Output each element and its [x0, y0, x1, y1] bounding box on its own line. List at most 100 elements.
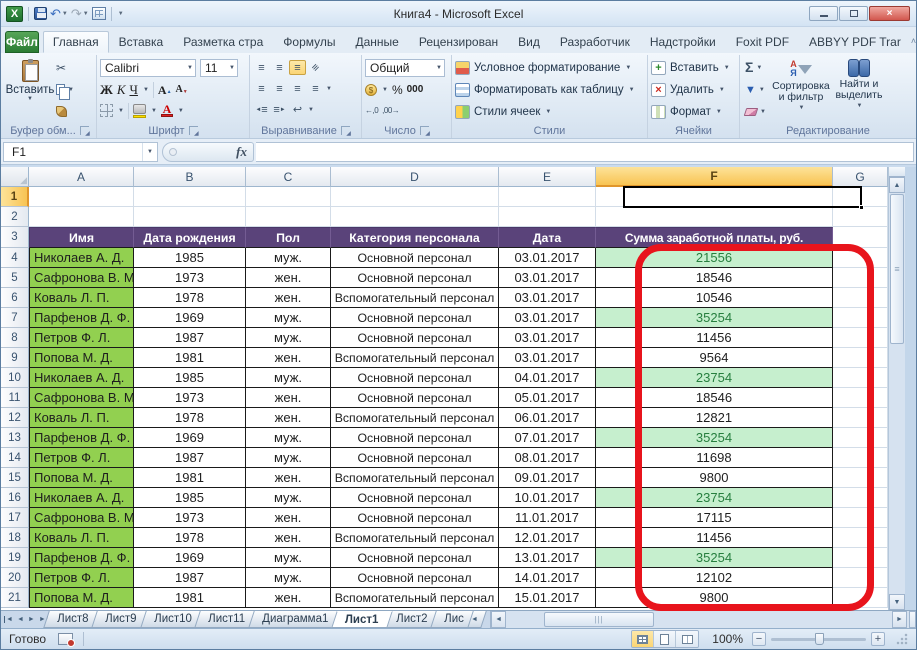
chevron-down-icon[interactable]: ▼ [83, 11, 89, 17]
style-menu-button[interactable]: Форматировать как таблицу ▼ [455, 80, 644, 100]
zoom-level[interactable]: 100% [712, 632, 743, 646]
fill-color-button[interactable] [133, 104, 146, 118]
font-color-button[interactable]: А [161, 104, 173, 117]
row-header[interactable]: 8 [1, 328, 29, 348]
column-header-g[interactable]: G [833, 167, 888, 187]
cells-menu-button[interactable]: Удалить ▼ [651, 80, 736, 100]
merge-center-button[interactable]: ≡ [307, 81, 324, 96]
row-header[interactable]: 14 [1, 448, 29, 468]
row-header[interactable]: 18 [1, 528, 29, 548]
row-header[interactable]: 5 [1, 268, 29, 288]
cell-empty[interactable] [833, 548, 888, 568]
cell-birth-year[interactable]: 1969 [134, 308, 246, 328]
cell-empty[interactable] [833, 588, 888, 608]
cell-gender[interactable]: жен. [246, 508, 331, 528]
cell-category[interactable]: Основной персонал [331, 308, 499, 328]
cell-birth-year[interactable]: 1981 [134, 348, 246, 368]
cell-empty[interactable] [833, 348, 888, 368]
zoom-slider[interactable] [771, 638, 866, 641]
cell-category[interactable]: Основной персонал [331, 508, 499, 528]
sheet-tab[interactable]: Диаграмма1 [248, 611, 342, 628]
cell-date[interactable]: 10.01.2017 [499, 488, 596, 508]
cell-salary[interactable]: 23754 [596, 488, 833, 508]
cell-gender[interactable]: жен. [246, 468, 331, 488]
cell-salary[interactable]: 35254 [596, 428, 833, 448]
header-gender[interactable]: Пол [246, 227, 331, 248]
cell-name[interactable]: Николаев А. Д. [29, 248, 134, 268]
column-header-a[interactable]: A [29, 167, 134, 187]
page-break-view-button[interactable] [676, 631, 698, 647]
cell-name[interactable]: Попова М. Д. [29, 348, 134, 368]
bold-button[interactable]: Ж [100, 82, 113, 98]
cell-category[interactable]: Основной персонал [331, 448, 499, 468]
align-middle-button[interactable]: ≡ [271, 60, 288, 75]
cell-birth-year[interactable]: 1985 [134, 488, 246, 508]
save-button[interactable] [34, 7, 47, 20]
cell-empty[interactable] [833, 448, 888, 468]
cell-date[interactable]: 03.01.2017 [499, 288, 596, 308]
cell-empty[interactable] [596, 207, 833, 227]
cell-empty[interactable] [833, 428, 888, 448]
percent-format-button[interactable]: % [392, 83, 403, 97]
first-sheet-icon[interactable]: ◄ [4, 616, 13, 623]
cell-gender[interactable]: муж. [246, 248, 331, 268]
increase-indent-button[interactable]: ≡► [271, 102, 288, 117]
zoom-slider-thumb[interactable] [815, 633, 824, 645]
font-family-select[interactable]: Calibri▼ [100, 59, 196, 77]
underline-button[interactable]: Ч [130, 82, 138, 98]
row-header[interactable]: 19 [1, 548, 29, 568]
cell-date[interactable]: 03.01.2017 [499, 308, 596, 328]
cell-date[interactable]: 15.01.2017 [499, 588, 596, 608]
cell-salary[interactable]: 10546 [596, 288, 833, 308]
cell-category[interactable]: Основной персонал [331, 328, 499, 348]
cell-category[interactable]: Основной персонал [331, 388, 499, 408]
cell-empty[interactable] [833, 488, 888, 508]
cell-birth-year[interactable]: 1969 [134, 428, 246, 448]
cells-menu-button[interactable]: Формат ▼ [651, 102, 736, 122]
dialog-launcher-icon[interactable] [341, 126, 350, 135]
cell-empty[interactable] [833, 248, 888, 268]
cell-salary[interactable]: 17115 [596, 508, 833, 528]
page-layout-view-button[interactable] [654, 631, 676, 647]
align-left-button[interactable]: ≡ [253, 81, 270, 96]
normal-view-button[interactable] [632, 631, 654, 647]
dialog-launcher-icon[interactable] [80, 126, 89, 135]
cell-gender[interactable]: муж. [246, 328, 331, 348]
column-header-b[interactable]: B [134, 167, 246, 187]
comma-format-button[interactable]: 000 [407, 84, 424, 95]
vertical-scroll-thumb[interactable]: ≡ [890, 194, 904, 344]
cell-gender[interactable]: муж. [246, 428, 331, 448]
cut-button[interactable]: ✂ [56, 60, 74, 75]
ribbon-tab[interactable]: Надстройки [640, 31, 726, 53]
header-name[interactable]: Имя [29, 227, 134, 248]
cell-salary[interactable]: 9800 [596, 588, 833, 608]
zoom-out-button[interactable]: − [752, 632, 766, 646]
decrease-decimal-button[interactable]: ,00→ [382, 106, 399, 115]
cell-salary[interactable]: 9564 [596, 348, 833, 368]
cell-name[interactable]: Коваль Л. П. [29, 528, 134, 548]
scroll-left-icon[interactable]: ◄ [491, 611, 506, 628]
vertical-scrollbar[interactable]: ▲ ≡ ▼ [888, 167, 905, 610]
cell-empty[interactable] [833, 468, 888, 488]
find-select-button[interactable]: Найти и выделить ▼ [830, 57, 888, 123]
ribbon-tab[interactable]: Разметка стра [173, 31, 273, 53]
cell-name[interactable]: Петров Ф. Л. [29, 568, 134, 588]
cell-name[interactable]: Попова М. Д. [29, 468, 134, 488]
cell-salary[interactable]: 11456 [596, 328, 833, 348]
select-all-button[interactable] [1, 167, 29, 187]
cell-gender[interactable]: муж. [246, 448, 331, 468]
cell-category[interactable]: Вспомогательный персонал [331, 528, 499, 548]
cell-empty[interactable] [833, 368, 888, 388]
next-sheet-icon[interactable]: ► [28, 616, 35, 623]
cell-category[interactable]: Основной персонал [331, 248, 499, 268]
undo-button[interactable]: ↶▼ [50, 6, 68, 22]
sheet-tab[interactable]: Лист1 [332, 611, 393, 628]
row-header[interactable]: 7 [1, 308, 29, 328]
align-right-button[interactable]: ≡ [289, 81, 306, 96]
header-birth[interactable]: Дата рождения [134, 227, 246, 248]
cell-category[interactable]: Основной персонал [331, 268, 499, 288]
maximize-button[interactable] [839, 6, 868, 21]
scroll-right-icon[interactable]: ► [892, 611, 907, 628]
cell-date[interactable]: 03.01.2017 [499, 328, 596, 348]
ribbon-tab[interactable]: Данные [345, 31, 408, 53]
